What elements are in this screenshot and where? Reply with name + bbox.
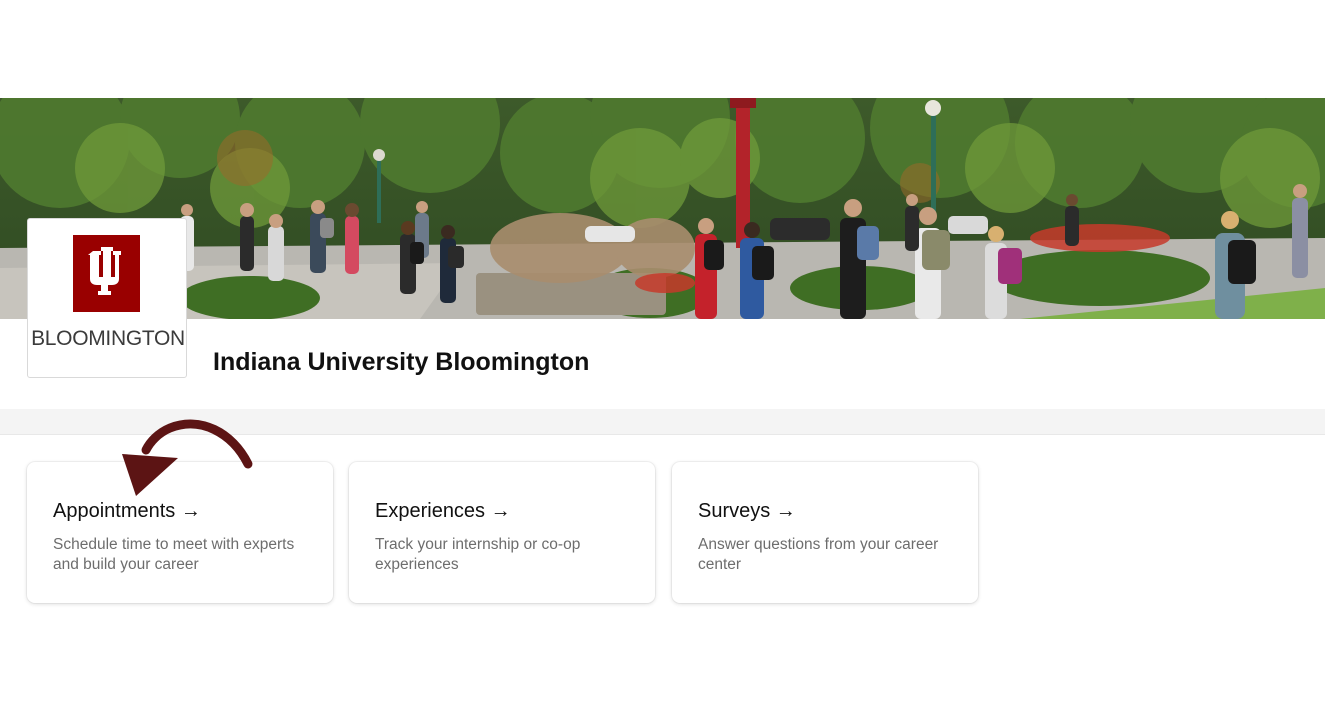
- card-description: Track your internship or co-op experienc…: [375, 536, 581, 573]
- iu-trident-icon: [73, 235, 140, 312]
- school-logo: BLOOMINGTON: [27, 218, 187, 378]
- card-title[interactable]: Surveys →: [698, 500, 796, 523]
- top-whitespace: [0, 0, 1325, 98]
- logo-text: BLOOMINGTON: [31, 327, 185, 350]
- card-description: Answer questions from your career center: [698, 536, 939, 573]
- school-name: Indiana University Bloomington: [213, 348, 590, 376]
- card-title[interactable]: Experiences →: [375, 500, 511, 523]
- surveys-card[interactable]: Surveys → Answer questions from your car…: [672, 462, 978, 603]
- experiences-card[interactable]: Experiences → Track your internship or c…: [349, 462, 655, 603]
- banner-image: [0, 98, 1325, 319]
- curved-arrow-icon: [122, 419, 253, 496]
- card-description: Schedule time to meet with experts and b…: [53, 536, 295, 573]
